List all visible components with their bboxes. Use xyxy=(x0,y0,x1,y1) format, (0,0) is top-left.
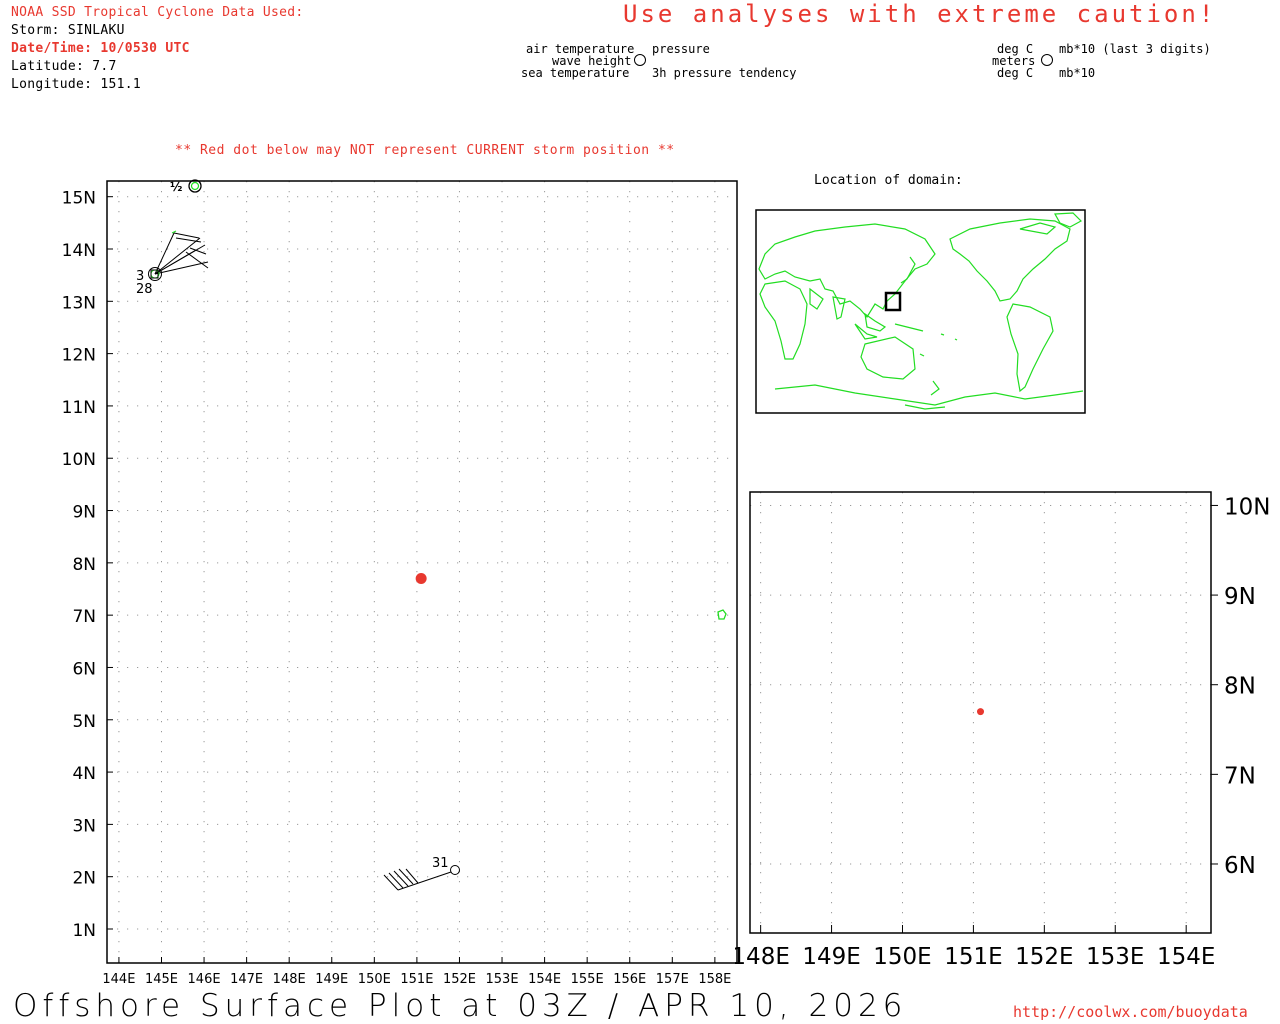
world-locator-map xyxy=(755,209,1086,414)
date-time: Date/Time: 10/0530 UTC xyxy=(11,41,190,56)
station-cluster-sst-label: 28 xyxy=(136,282,153,297)
zoom-lon-label: 152E xyxy=(1015,944,1073,970)
lon-label: 154E xyxy=(528,972,561,987)
main-map-frame xyxy=(106,180,738,964)
source-url-link[interactable]: http://coolwx.com/buoydata xyxy=(1013,1003,1248,1021)
lon-label: 146E xyxy=(188,972,221,987)
storm-name: Storm: SINLAKU xyxy=(11,23,125,38)
zoom-map: 10N 9N 8N 7N 6N 148E 149E 150E 151E 152E 153E 154E xyxy=(735,491,1270,970)
lon-label: 156E xyxy=(613,972,646,987)
legend-sea-temperature: sea temperature xyxy=(521,66,630,80)
lat-label: 5N xyxy=(72,712,96,732)
longitude-line: Longitude: 151.1 xyxy=(11,77,142,92)
zoom-lon-label: 153E xyxy=(1086,944,1144,970)
lon-label: 147E xyxy=(230,972,263,987)
zoom-lon-label: 150E xyxy=(873,944,931,970)
lat-label: 1N xyxy=(72,921,96,941)
unit-mb-last3: mb*10 (last 3 digits) xyxy=(1059,42,1211,56)
legend-pressure: pressure xyxy=(652,42,710,56)
world-map-frame xyxy=(755,209,1086,414)
lat-label: 6N xyxy=(72,659,96,679)
zoom-lon-label: 151E xyxy=(944,944,1002,970)
lon-label: 157E xyxy=(656,972,689,987)
zoom-lat-label: 10N xyxy=(1224,494,1270,520)
lon-label: 152E xyxy=(443,972,476,987)
location-of-domain-label: Location of domain: xyxy=(814,173,963,188)
station-circle-icon xyxy=(634,54,646,66)
lat-label: 15N xyxy=(62,189,96,209)
legend-pressure-tendency: 3h pressure tendency xyxy=(652,66,797,80)
unit-mb: mb*10 xyxy=(1059,66,1096,80)
lon-label: 158E xyxy=(698,972,731,987)
main-lat-labels: 15N 14N 13N 12N 11N 10N 9N 8N 7N 6N 5N 4N 3N 2N 1N xyxy=(62,189,96,941)
lat-label: 12N xyxy=(62,346,96,366)
zoom-lon-label: 154E xyxy=(1157,944,1215,970)
main-lon-labels: 144E 145E 146E 147E 148E 149E 150E 151E 152E 153E… xyxy=(102,972,731,987)
station-south-temp-label: 31 xyxy=(432,856,449,871)
lat-label: 3N xyxy=(72,816,96,836)
zoom-lat-label: 6N xyxy=(1224,853,1256,879)
lon-label: 149E xyxy=(315,972,348,987)
station-north: ½ xyxy=(170,179,202,194)
lon-label: 148E xyxy=(273,972,306,987)
lat-label: 2N xyxy=(72,869,96,889)
zoom-lon-label: 148E xyxy=(735,944,790,970)
station-cluster xyxy=(148,230,209,281)
lon-label: 150E xyxy=(358,972,391,987)
zoom-lat-labels: 10N 9N 8N 7N 6N xyxy=(1224,494,1270,879)
zoom-lat-label: 8N xyxy=(1224,674,1256,700)
station-north-wave-label: ½ xyxy=(170,180,182,194)
lat-label: 7N xyxy=(72,607,96,627)
lat-label: 11N xyxy=(62,398,96,418)
main-map-grid xyxy=(107,181,737,963)
plot-title: Offshore Surface Plot at 03Z / APR 10, 2… xyxy=(13,988,908,1024)
lat-label: 9N xyxy=(72,503,96,523)
lat-label: 14N xyxy=(62,241,96,261)
zoom-lat-label: 9N xyxy=(1224,584,1256,610)
zoom-lon-label: 149E xyxy=(802,944,860,970)
zoom-lat-label: 7N xyxy=(1224,763,1256,789)
lat-label: 4N xyxy=(72,764,96,784)
storm-position-marker xyxy=(415,573,427,585)
island-outline xyxy=(717,609,727,620)
lat-label: 13N xyxy=(62,293,96,313)
zoom-map-grid xyxy=(750,492,1218,933)
source-line: NOAA SSD Tropical Cyclone Data Used: xyxy=(11,5,304,20)
lon-label: 153E xyxy=(486,972,519,987)
latitude-line: Latitude: 7.7 xyxy=(11,59,117,74)
lat-label: 8N xyxy=(72,555,96,575)
caution-banner: Use analyses with extreme caution! xyxy=(623,0,1217,28)
lat-label: 10N xyxy=(62,450,96,470)
unit-circle-icon xyxy=(1041,54,1053,66)
red-dot-warning: ** Red dot below may NOT represent CURRE… xyxy=(175,143,675,158)
zoom-lon-labels: 148E 149E 150E 151E 152E 153E 154E xyxy=(735,944,1215,970)
zoom-storm-position-marker xyxy=(977,708,984,716)
lon-label: 144E xyxy=(102,972,135,987)
lon-label: 145E xyxy=(145,972,178,987)
unit-deg-c-bottom: deg C xyxy=(997,66,1034,80)
main-map: 15N 14N 13N 12N 11N 10N 9N 8N 7N 6N 5N 4N 3N 2N 1N 144… xyxy=(62,179,738,987)
lon-label: 155E xyxy=(571,972,604,987)
lon-label: 151E xyxy=(400,972,433,987)
